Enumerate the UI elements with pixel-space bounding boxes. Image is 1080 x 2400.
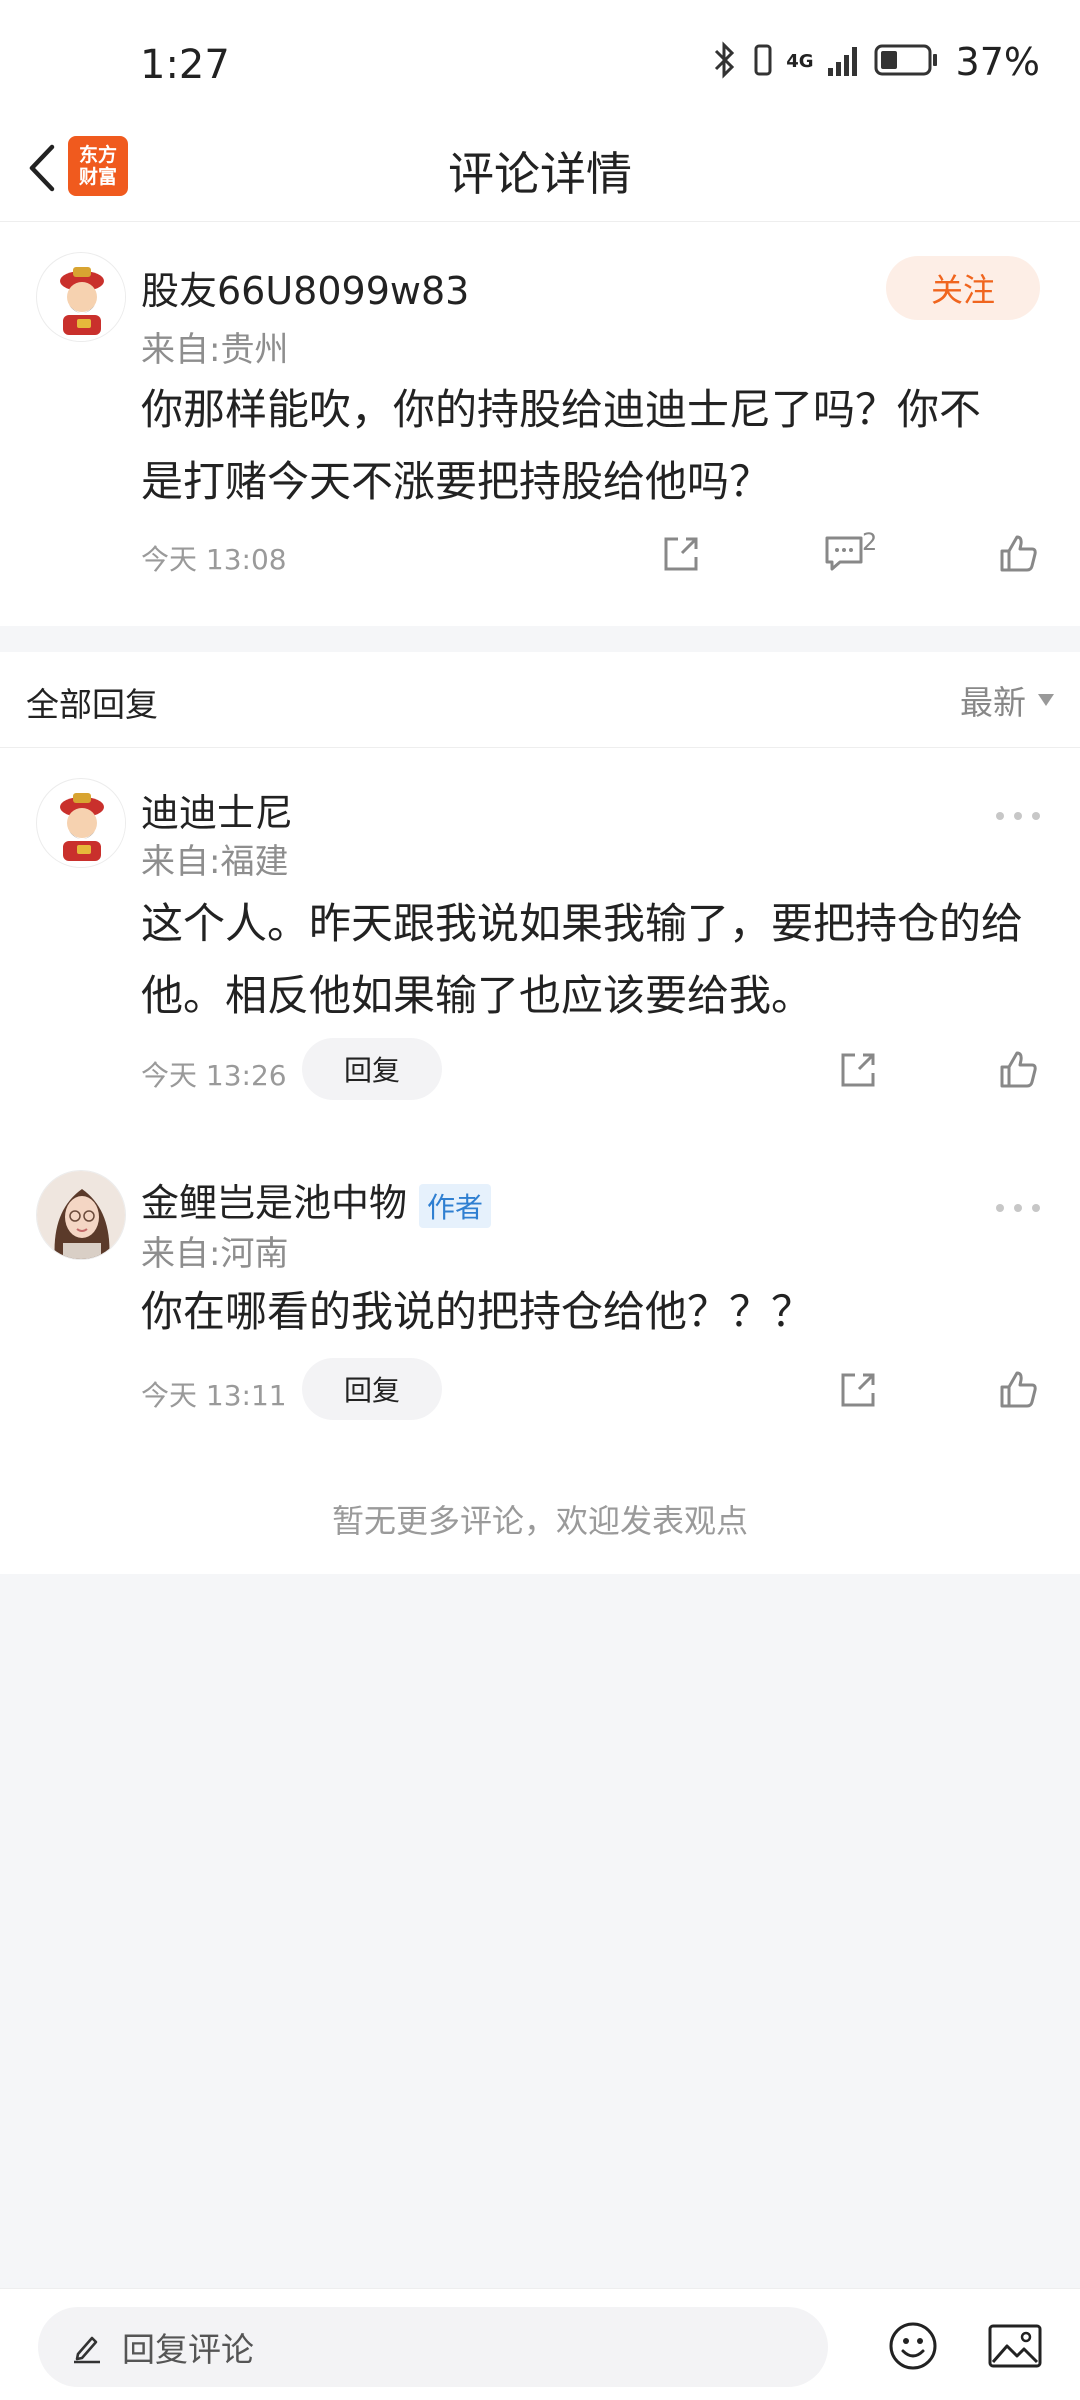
emoji-button[interactable] bbox=[882, 2315, 944, 2377]
more-options-button[interactable] bbox=[996, 806, 1040, 826]
username[interactable]: 股友66U8099w83 bbox=[141, 260, 469, 315]
emoji-icon bbox=[889, 2322, 937, 2370]
main-comment: 股友66U8099w83 来自:贵州 关注 你那样能吹，你的持股给迪迪士尼了吗？… bbox=[0, 222, 1080, 626]
username-row: 金鲤岂是池中物 作者 bbox=[141, 1172, 492, 1228]
like-button[interactable] bbox=[992, 1364, 1044, 1416]
fortune-god-avatar-icon bbox=[38, 254, 125, 341]
user-portrait-avatar-icon bbox=[37, 1171, 125, 1259]
signal-icon bbox=[826, 42, 862, 82]
thumbs-up-icon bbox=[1000, 1051, 1037, 1088]
share-button[interactable] bbox=[832, 1364, 884, 1416]
bottom-bar: 回复评论 bbox=[0, 2288, 1080, 2400]
more-dot bbox=[1014, 1204, 1022, 1212]
more-dot bbox=[996, 1204, 1004, 1212]
caret-down-icon bbox=[1038, 694, 1054, 706]
pencil-icon bbox=[74, 2336, 100, 2364]
page-title: 评论详情 bbox=[448, 147, 632, 201]
location: 来自:福建 bbox=[141, 842, 289, 882]
no-more-comments-text: 暂无更多评论，欢迎发表观点 bbox=[331, 1502, 748, 1540]
reply-time: 今天 13:26 bbox=[141, 1059, 287, 1092]
reply-comment-input[interactable]: 回复评论 bbox=[38, 2307, 828, 2387]
battery-icon bbox=[874, 43, 938, 81]
like-button[interactable] bbox=[992, 528, 1044, 580]
like-button[interactable] bbox=[992, 1044, 1044, 1096]
sort-label: 最新 bbox=[960, 683, 1026, 722]
share-button[interactable] bbox=[655, 528, 707, 580]
image-icon bbox=[988, 2324, 1042, 2368]
replies-list: 迪迪士尼 来自:福建 这个人。昨天跟我说如果我输了，要把持仓的给他。相反他如果输… bbox=[0, 748, 1080, 1574]
status-time: 1:27 bbox=[140, 42, 230, 88]
sort-dropdown[interactable]: 最新 bbox=[960, 676, 1054, 724]
more-dot bbox=[1032, 812, 1040, 820]
username[interactable]: 金鲤岂是池中物 bbox=[141, 1181, 407, 1225]
more-dot bbox=[1032, 1204, 1040, 1212]
share-icon bbox=[664, 537, 698, 571]
follow-button[interactable]: 关注 bbox=[886, 256, 1040, 320]
share-icon bbox=[841, 1053, 875, 1087]
location: 来自:贵州 bbox=[141, 330, 289, 370]
nav-bar: 东方 财富 评论详情 bbox=[0, 110, 1080, 222]
more-dot bbox=[996, 812, 1004, 820]
reply-input-placeholder: 回复评论 bbox=[122, 2330, 254, 2369]
avatar[interactable] bbox=[36, 252, 126, 342]
share-button[interactable] bbox=[832, 1044, 884, 1096]
reply-button[interactable]: 回复 bbox=[302, 1358, 442, 1420]
more-options-button[interactable] bbox=[996, 1198, 1040, 1218]
comment-count: 2 bbox=[862, 528, 878, 556]
avatar[interactable] bbox=[36, 778, 126, 868]
comment-time: 今天 13:08 bbox=[141, 543, 287, 576]
battery-percent: 37% bbox=[955, 40, 1040, 84]
reply-button[interactable]: 回复 bbox=[302, 1038, 442, 1100]
more-dot bbox=[1014, 812, 1022, 820]
avatar[interactable] bbox=[36, 1170, 126, 1260]
reply-time: 今天 13:11 bbox=[141, 1379, 287, 1412]
username[interactable]: 迪迪士尼 bbox=[141, 782, 293, 837]
vibrate-icon bbox=[752, 42, 774, 82]
fortune-god-avatar-icon bbox=[38, 780, 125, 867]
replies-header: 全部回复 最新 bbox=[0, 652, 1080, 748]
comment-icon bbox=[825, 536, 863, 571]
comment-text: 你那样能吹，你的持股给迪迪士尼了吗？你不是打赌今天不涨要把持股给他吗？ bbox=[141, 385, 982, 506]
bluetooth-icon bbox=[710, 40, 740, 84]
network-type: 4G bbox=[786, 51, 814, 72]
replies-title: 全部回复 bbox=[26, 685, 158, 724]
share-icon bbox=[841, 1373, 875, 1407]
thumbs-up-icon bbox=[1000, 535, 1037, 572]
image-button[interactable] bbox=[984, 2315, 1046, 2377]
author-badge: 作者 bbox=[419, 1183, 492, 1228]
status-indicators: 4G 37% bbox=[710, 40, 1040, 84]
location: 来自:河南 bbox=[141, 1234, 289, 1274]
thumbs-up-icon bbox=[1000, 1371, 1037, 1408]
reply-text: 你在哪看的我说的把持仓给他？？？ bbox=[141, 1287, 814, 1336]
reply-text: 这个人。昨天跟我说如果我输了，要把持仓的给他。相反他如果输了也应该要给我。 bbox=[141, 899, 1024, 1020]
